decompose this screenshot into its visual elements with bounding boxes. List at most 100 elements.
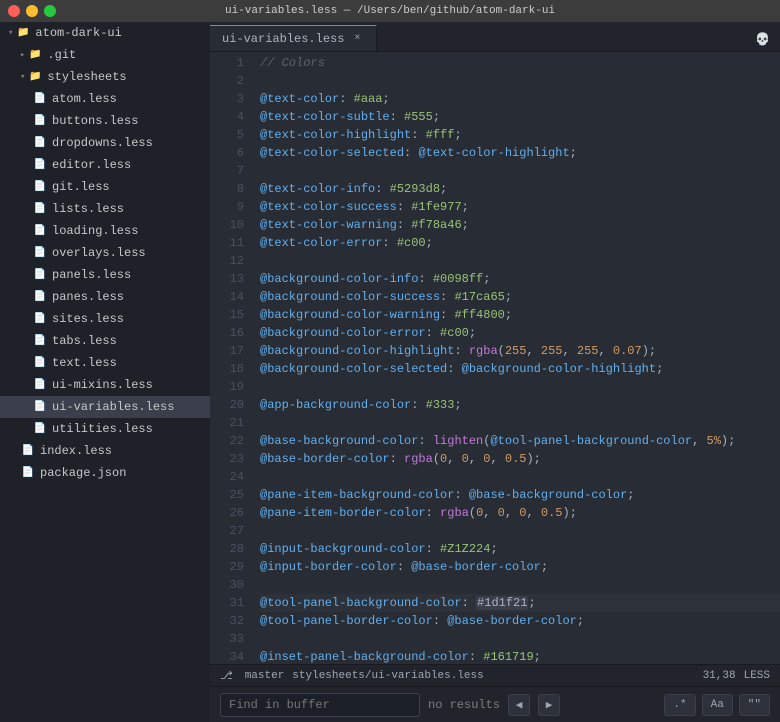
code-line: @background-color-success: #17ca65; <box>260 288 780 306</box>
sidebar-item-package-json[interactable]: 📄 package.json <box>0 462 210 484</box>
item-label: index.less <box>40 444 112 458</box>
find-regex-button[interactable]: .* <box>664 694 695 716</box>
folder-icon: 📁 <box>15 25 31 41</box>
code-line: @text-color-highlight: #fff; <box>260 126 780 144</box>
title-bar: ui-variables.less — /Users/ben/github/at… <box>0 0 780 22</box>
sidebar-item-text-less[interactable]: 📄 text.less <box>0 352 210 374</box>
code-editor[interactable]: // Colors @text-color: #aaa; @text-color… <box>252 52 780 664</box>
root-label: atom-dark-ui <box>35 26 121 40</box>
status-bar: ⎇ master stylesheets/ui-variables.less 3… <box>210 664 780 686</box>
code-line: @text-color: #aaa; <box>260 90 780 108</box>
editor-content[interactable]: 12345 678910 1112131415 1617181920 21222… <box>210 52 780 664</box>
sidebar-item-editor-less[interactable]: 📄 editor.less <box>0 154 210 176</box>
find-status: no results <box>428 698 500 712</box>
status-file: stylesheets/ui-variables.less <box>292 670 483 682</box>
file-icon: 📄 <box>32 399 48 415</box>
tab-bar: ui-variables.less × 💀 <box>210 22 780 52</box>
item-label: atom.less <box>52 92 117 106</box>
sidebar-item-git[interactable]: ▸ 📁 .git <box>0 44 210 66</box>
code-line: @app-background-color: #333; <box>260 396 780 414</box>
file-icon: 📄 <box>32 113 48 129</box>
find-next-button[interactable]: ▶ <box>538 694 560 716</box>
status-language: LESS <box>744 670 770 682</box>
file-icon: 📄 <box>32 267 48 283</box>
code-line: @tool-panel-border-color: @base-border-c… <box>260 612 780 630</box>
window-title: ui-variables.less — /Users/ben/github/at… <box>225 5 555 17</box>
maximize-button[interactable] <box>44 5 56 17</box>
code-line: @text-color-subtle: #555; <box>260 108 780 126</box>
folder-icon: 📁 <box>27 69 43 85</box>
code-line: @text-color-success: #1fe977; <box>260 198 780 216</box>
sidebar: ▾ 📁 atom-dark-ui ▸ 📁 .git ▾ 📁 stylesheet… <box>0 22 210 722</box>
window-controls[interactable] <box>8 5 56 17</box>
file-icon: 📄 <box>32 355 48 371</box>
sidebar-item-panels-less[interactable]: 📄 panels.less <box>0 264 210 286</box>
sidebar-item-panes-less[interactable]: 📄 panes.less <box>0 286 210 308</box>
skull-icon: 💀 <box>745 28 780 51</box>
chevron-right-icon: ▸ <box>20 50 25 60</box>
code-line <box>260 576 780 594</box>
code-line <box>260 72 780 90</box>
sidebar-item-ui-variables-less[interactable]: 📄 ui-variables.less <box>0 396 210 418</box>
file-icon: 📄 <box>32 91 48 107</box>
status-branch: master <box>245 670 285 682</box>
item-label: panels.less <box>52 268 131 282</box>
code-line: @inset-panel-background-color: #161719; <box>260 648 780 664</box>
code-line: @text-color-selected: @text-color-highli… <box>260 144 780 162</box>
branch-icon: ⎇ <box>220 669 233 683</box>
item-label: text.less <box>52 356 117 370</box>
code-line <box>260 252 780 270</box>
minimize-button[interactable] <box>26 5 38 17</box>
item-label: loading.less <box>52 224 138 238</box>
close-button[interactable] <box>8 5 20 17</box>
find-input-wrap[interactable] <box>220 693 420 717</box>
code-line <box>260 468 780 486</box>
code-line <box>260 414 780 432</box>
code-line: @base-background-color: lighten(@tool-pa… <box>260 432 780 450</box>
item-label: tabs.less <box>52 334 117 348</box>
code-line: @input-border-color: @base-border-color; <box>260 558 780 576</box>
sidebar-item-stylesheets[interactable]: ▾ 📁 stylesheets <box>0 66 210 88</box>
item-label: git.less <box>52 180 110 194</box>
sidebar-item-utilities-less[interactable]: 📄 utilities.less <box>0 418 210 440</box>
sidebar-item-root[interactable]: ▾ 📁 atom-dark-ui <box>0 22 210 44</box>
editor-area: ui-variables.less × 💀 12345 678910 11121… <box>210 22 780 722</box>
item-label: .git <box>47 48 76 62</box>
sidebar-item-lists-less[interactable]: 📄 lists.less <box>0 198 210 220</box>
sidebar-item-ui-mixins-less[interactable]: 📄 ui-mixins.less <box>0 374 210 396</box>
sidebar-item-tabs-less[interactable]: 📄 tabs.less <box>0 330 210 352</box>
code-line: @base-border-color: rgba(0, 0, 0, 0.5); <box>260 450 780 468</box>
file-icon: 📄 <box>32 135 48 151</box>
find-whole-word-button[interactable]: "" <box>739 694 770 716</box>
sidebar-item-dropdowns-less[interactable]: 📄 dropdowns.less <box>0 132 210 154</box>
sidebar-item-atom-less[interactable]: 📄 atom.less <box>0 88 210 110</box>
code-line: @background-color-highlight: rgba(255, 2… <box>260 342 780 360</box>
sidebar-item-buttons-less[interactable]: 📄 buttons.less <box>0 110 210 132</box>
code-line: @input-background-color: #Z1Z224; <box>260 540 780 558</box>
status-position: 31,38 <box>703 670 736 682</box>
find-input[interactable] <box>229 698 411 712</box>
code-line-highlighted: @tool-panel-background-color: #1d1f21; <box>260 594 780 612</box>
tab-ui-variables-less[interactable]: ui-variables.less × <box>210 25 377 51</box>
sidebar-item-index-less[interactable]: 📄 index.less <box>0 440 210 462</box>
code-line: @text-color-error: #c00; <box>260 234 780 252</box>
code-line <box>260 522 780 540</box>
sidebar-item-git-less[interactable]: 📄 git.less <box>0 176 210 198</box>
line-numbers: 12345 678910 1112131415 1617181920 21222… <box>210 52 252 664</box>
item-label: stylesheets <box>47 70 126 84</box>
find-prev-button[interactable]: ◀ <box>508 694 530 716</box>
code-line: @pane-item-background-color: @base-backg… <box>260 486 780 504</box>
file-icon: 📄 <box>32 289 48 305</box>
file-icon: 📄 <box>20 443 36 459</box>
tab-close-button[interactable]: × <box>350 32 364 46</box>
find-case-button[interactable]: Aa <box>702 694 733 716</box>
status-left: ⎇ master stylesheets/ui-variables.less <box>220 669 484 683</box>
code-line: @background-color-info: #0098ff; <box>260 270 780 288</box>
sidebar-item-loading-less[interactable]: 📄 loading.less <box>0 220 210 242</box>
sidebar-item-sites-less[interactable]: 📄 sites.less <box>0 308 210 330</box>
item-label: lists.less <box>52 202 124 216</box>
code-line: // Colors <box>260 54 780 72</box>
sidebar-item-overlays-less[interactable]: 📄 overlays.less <box>0 242 210 264</box>
item-label: panes.less <box>52 290 124 304</box>
item-label: package.json <box>40 466 126 480</box>
